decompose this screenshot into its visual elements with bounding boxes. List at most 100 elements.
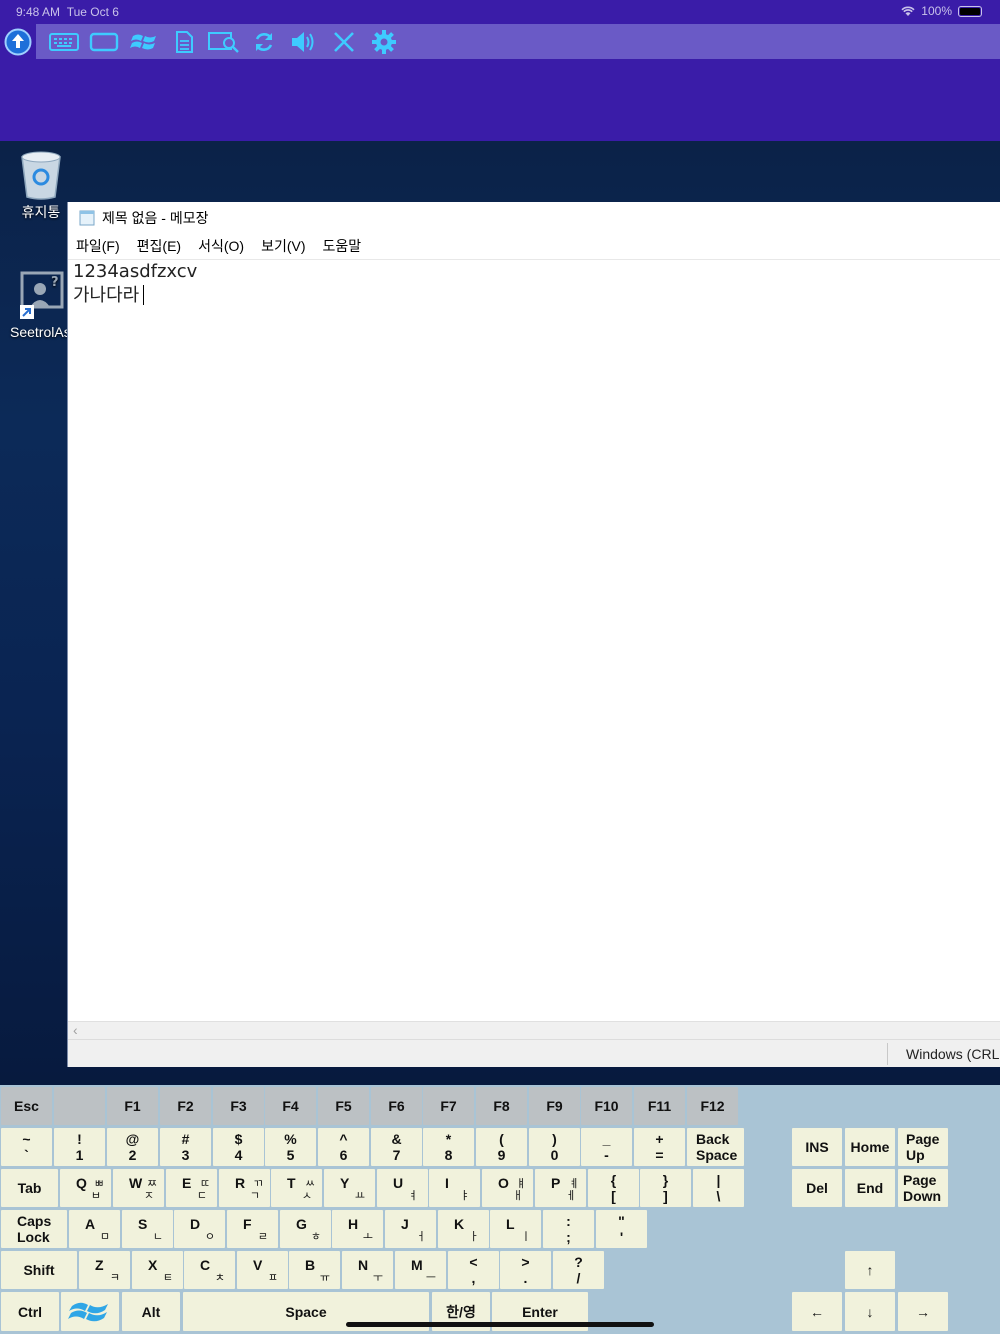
key-caps-lock[interactable]: Caps Lock (1, 1210, 67, 1248)
key-s[interactable]: Sㄴ (122, 1210, 173, 1248)
key-g[interactable]: Gㅎ (280, 1210, 331, 1248)
key-windows[interactable] (61, 1292, 119, 1331)
key-insert[interactable]: INS (792, 1128, 842, 1166)
key-f6[interactable]: F6 (371, 1087, 422, 1125)
key-close-bracket[interactable]: }] (640, 1169, 691, 1207)
menu-edit[interactable]: 편집(E) (137, 236, 181, 256)
notepad-titlebar[interactable]: 제목 없음 - 메모장 (68, 202, 1000, 233)
key-k[interactable]: Kㅏ (438, 1210, 489, 1248)
key-n[interactable]: Nㅜ (342, 1251, 393, 1289)
menu-file[interactable]: 파일(F) (76, 236, 120, 256)
key-f12[interactable]: F12 (687, 1087, 738, 1125)
key-f8[interactable]: F8 (476, 1087, 527, 1125)
screen-button[interactable] (84, 24, 124, 59)
key-0[interactable]: ) 0 (529, 1128, 580, 1166)
desktop-icon-seetrol[interactable]: ? SeetrolAs (4, 271, 71, 340)
windows-button[interactable] (124, 24, 164, 59)
settings-button[interactable] (364, 24, 404, 59)
remote-desktop[interactable]: 휴지통 ? SeetrolAs 제목 없음 - 메모장 파일(F) 편집(E) … (0, 141, 1000, 1085)
key-t[interactable]: Tㅆㅅ (271, 1169, 322, 1207)
key-semicolon[interactable]: :; (543, 1210, 594, 1248)
key-r[interactable]: Rㄲㄱ (219, 1169, 270, 1207)
horizontal-scrollbar[interactable]: ‹ (68, 1021, 1000, 1039)
key-alt[interactable]: Alt (122, 1292, 180, 1331)
key-open-bracket[interactable]: {[ (588, 1169, 639, 1207)
key-q[interactable]: Qㅃㅂ (60, 1169, 111, 1207)
key-backtick[interactable]: ~ ` (1, 1128, 52, 1166)
notepad-window[interactable]: 제목 없음 - 메모장 파일(F) 편집(E) 서식(O) 보기(V) 도움말 … (67, 202, 1000, 1067)
key-1[interactable]: ! 1 (54, 1128, 105, 1166)
menu-format[interactable]: 서식(O) (198, 236, 244, 256)
key-backslash[interactable]: | \ (693, 1169, 744, 1207)
key-end[interactable]: End (845, 1169, 895, 1207)
key-delete[interactable]: Del (792, 1169, 842, 1207)
key-u[interactable]: Uㅕ (377, 1169, 428, 1207)
key-e[interactable]: Eㄸㄷ (166, 1169, 217, 1207)
key-c[interactable]: Cㅊ (184, 1251, 235, 1289)
key-l[interactable]: Lㅣ (490, 1210, 541, 1248)
screen-search-button[interactable] (204, 24, 244, 59)
close-button[interactable] (324, 24, 364, 59)
key-tab[interactable]: Tab (1, 1169, 58, 1207)
key-quote[interactable]: " ' (596, 1210, 647, 1248)
key-backspace[interactable]: Back Space (687, 1128, 744, 1166)
key-home[interactable]: Home (845, 1128, 895, 1166)
key-w[interactable]: Wㅉㅈ (113, 1169, 164, 1207)
key-arrow-right[interactable]: → (898, 1292, 948, 1331)
key-ctrl[interactable]: Ctrl (1, 1292, 59, 1331)
key-h[interactable]: Hㅗ (332, 1210, 383, 1248)
scroll-left-icon[interactable]: ‹ (73, 1022, 78, 1038)
key-x[interactable]: Xㅌ (132, 1251, 183, 1289)
key-f1[interactable]: F1 (107, 1087, 158, 1125)
key-f7[interactable]: F7 (423, 1087, 474, 1125)
key-shift[interactable]: Shift (1, 1251, 77, 1289)
key-comma[interactable]: <, (448, 1251, 499, 1289)
key-z[interactable]: Zㅋ (79, 1251, 130, 1289)
key-o[interactable]: Oㅒㅐ (482, 1169, 533, 1207)
key-d[interactable]: Dㅇ (174, 1210, 225, 1248)
key-6[interactable]: ^ 6 (318, 1128, 369, 1166)
key-f9[interactable]: F9 (529, 1087, 580, 1125)
notepad-text-area[interactable]: 1234asdfzxcv 가나다라 (73, 260, 197, 308)
key-f2[interactable]: F2 (160, 1087, 211, 1125)
menu-help[interactable]: 도움말 (323, 236, 362, 256)
key-4[interactable]: $4 (213, 1128, 264, 1166)
key-j[interactable]: Jㅓ (385, 1210, 436, 1248)
key-7[interactable]: & 7 (371, 1128, 422, 1166)
key-p[interactable]: Pㅖㅔ (535, 1169, 586, 1207)
key-m[interactable]: Mㅡ (395, 1251, 446, 1289)
key-f11[interactable]: F11 (634, 1087, 685, 1125)
key-3[interactable]: #3 (160, 1128, 211, 1166)
key-2[interactable]: @2 (107, 1128, 158, 1166)
refresh-button[interactable] (244, 24, 284, 59)
home-indicator[interactable] (346, 1322, 654, 1327)
key-f4[interactable]: F4 (265, 1087, 316, 1125)
menu-view[interactable]: 보기(V) (261, 236, 305, 256)
key-a[interactable]: Aㅁ (69, 1210, 120, 1248)
desktop-icon-recycle-bin[interactable]: 휴지통 (10, 149, 72, 222)
document-button[interactable] (164, 24, 204, 59)
key-arrow-up[interactable]: ↑ (845, 1251, 895, 1289)
keyboard-button[interactable] (44, 24, 84, 59)
upload-circle-icon[interactable] (3, 27, 33, 57)
key-i[interactable]: Iㅑ (429, 1169, 480, 1207)
key-f3[interactable]: F3 (213, 1087, 264, 1125)
key-8[interactable]: * 8 (423, 1128, 474, 1166)
key-f10[interactable]: F10 (581, 1087, 632, 1125)
key-esc[interactable]: Esc (1, 1087, 52, 1125)
key-equals[interactable]: + = (634, 1128, 685, 1166)
key-minus[interactable]: _ - (581, 1128, 632, 1166)
key-v[interactable]: Vㅍ (237, 1251, 288, 1289)
key-arrow-left[interactable]: ← (792, 1292, 842, 1331)
key-arrow-down[interactable]: ↓ (845, 1292, 895, 1331)
key-f5[interactable]: F5 (318, 1087, 369, 1125)
key-5[interactable]: % 5 (265, 1128, 316, 1166)
key-f[interactable]: Fㄹ (227, 1210, 278, 1248)
key-period[interactable]: >. (500, 1251, 551, 1289)
speaker-button[interactable] (284, 24, 324, 59)
key-page-down[interactable]: Page Down (898, 1169, 948, 1207)
key-page-up[interactable]: Page Up (898, 1128, 948, 1166)
key-y[interactable]: Yㅛ (324, 1169, 375, 1207)
key-9[interactable]: (9 (476, 1128, 527, 1166)
key-slash[interactable]: ? / (553, 1251, 604, 1289)
